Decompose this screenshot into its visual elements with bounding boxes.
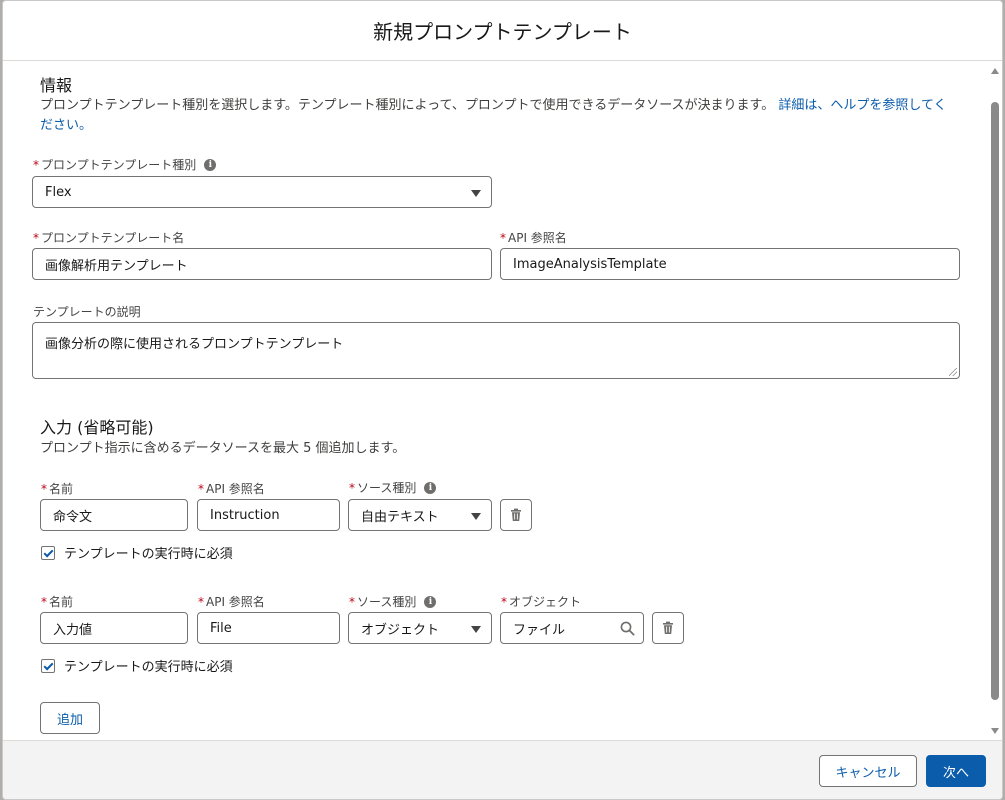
template-type-label: * プロンプトテンプレート種別 i — [33, 156, 217, 173]
trash-icon — [663, 621, 673, 634]
inputs-section-title: 入力 (省略可能) — [40, 418, 154, 437]
input-1-required-checkbox[interactable] — [41, 545, 55, 560]
api-name-input[interactable]: ImageAnalysisTemplate — [500, 248, 960, 280]
input-1-delete-button[interactable] — [500, 499, 532, 531]
template-type-label-text: プロンプトテンプレート種別 — [41, 158, 197, 172]
input-2-object-value: ファイル — [513, 622, 566, 638]
template-name-input[interactable]: 画像解析用テンプレート — [32, 248, 492, 280]
input-2-api-name-label: * API 参照名 — [198, 593, 265, 610]
api-name-label-text: API 参照名 — [206, 482, 265, 496]
required-asterisk: * — [33, 230, 39, 245]
required-label-text: テンプレートの実行時に必須 — [64, 660, 233, 675]
resize-handle[interactable] — [949, 368, 957, 376]
new-prompt-template-modal: 新規プロンプトテンプレート 情報 プロンプトテンプレート種別を選択します。テンプ… — [2, 0, 1003, 800]
template-name-value: 画像解析用テンプレート — [45, 258, 188, 274]
required-asterisk: * — [349, 480, 355, 495]
required-asterisk: * — [33, 157, 39, 172]
info-icon[interactable]: i — [424, 481, 437, 494]
input-2-api-name-field[interactable]: File — [197, 612, 340, 644]
scroll-up-arrow-icon[interactable] — [991, 68, 999, 74]
input-1-name-label: * 名前 — [41, 480, 73, 497]
required-asterisk: * — [41, 481, 47, 496]
description-textarea[interactable]: 画像分析の際に使用されるプロンプトテンプレート — [32, 322, 960, 379]
modal-footer: キャンセル 次へ — [3, 740, 1002, 799]
input-2-source-type-select[interactable]: オブジェクト — [348, 612, 492, 644]
input-2-object-lookup[interactable]: ファイル — [500, 612, 644, 644]
scroll-down-arrow-icon[interactable] — [991, 728, 999, 734]
required-asterisk: * — [41, 594, 47, 609]
modal-header: 新規プロンプトテンプレート — [3, 1, 1002, 61]
required-asterisk: * — [198, 481, 204, 496]
input-2-source-type-value: オブジェクト — [361, 622, 440, 638]
required-label-text: テンプレートの実行時に必須 — [64, 547, 233, 562]
cancel-button[interactable]: キャンセル — [819, 755, 917, 787]
required-asterisk: * — [500, 230, 506, 245]
api-name-label-text: API 参照名 — [508, 231, 567, 245]
input-1-api-name-value: Instruction — [210, 507, 280, 523]
input-2-required-checkbox[interactable] — [41, 658, 55, 673]
template-type-select[interactable]: Flex — [32, 176, 492, 208]
template-name-label-text: プロンプトテンプレート名 — [41, 231, 185, 245]
input-2-name-field[interactable]: 入力値 — [40, 612, 188, 644]
chevron-down-icon — [471, 513, 481, 520]
api-name-label: * API 参照名 — [500, 229, 567, 246]
input-1-source-type-select[interactable]: 自由テキスト — [348, 499, 492, 531]
chevron-down-icon — [471, 626, 481, 633]
api-name-value: ImageAnalysisTemplate — [513, 256, 667, 272]
source-type-label-text: ソース種別 — [357, 595, 417, 609]
name-label-text: 名前 — [49, 482, 74, 496]
template-name-label: * プロンプトテンプレート名 — [33, 229, 184, 246]
input-1-name-value: 命令文 — [53, 509, 93, 525]
scroll-thumb[interactable] — [991, 102, 999, 700]
input-2-required-checkbox-row[interactable]: テンプレートの実行時に必須 — [41, 656, 233, 675]
add-input-button[interactable]: 追加 — [40, 702, 100, 734]
input-2-name-label: * 名前 — [41, 593, 73, 610]
name-label-text: 名前 — [49, 595, 74, 609]
modal-scrollbar[interactable] — [988, 62, 1002, 740]
chevron-down-icon — [471, 190, 481, 197]
input-1-api-name-field[interactable]: Instruction — [197, 499, 340, 531]
object-label-text: オブジェクト — [509, 595, 582, 609]
info-help-text: プロンプトテンプレート種別を選択します。テンプレート種別によって、プロンプトで使… — [40, 96, 955, 136]
input-2-source-type-label: * ソース種別 i — [349, 593, 437, 610]
input-1-source-type-value: 自由テキスト — [361, 509, 439, 525]
template-type-value: Flex — [45, 184, 72, 200]
input-1-source-type-label: * ソース種別 i — [349, 479, 437, 496]
input-2-delete-button[interactable] — [652, 612, 684, 644]
required-asterisk: * — [501, 594, 507, 609]
input-2-name-value: 入力値 — [53, 622, 93, 638]
info-section-title: 情報 — [40, 76, 73, 95]
info-icon[interactable]: i — [424, 595, 437, 608]
next-button[interactable]: 次へ — [926, 755, 986, 787]
info-icon[interactable]: i — [204, 158, 217, 171]
input-1-required-checkbox-row[interactable]: テンプレートの実行時に必須 — [41, 543, 233, 562]
input-2-api-name-value: File — [210, 620, 232, 636]
api-name-label-text: API 参照名 — [206, 595, 265, 609]
trash-icon — [511, 508, 521, 521]
description-label: テンプレートの説明 — [33, 303, 141, 320]
input-1-name-field[interactable]: 命令文 — [40, 499, 188, 531]
input-1-api-name-label: * API 参照名 — [198, 480, 265, 497]
required-asterisk: * — [349, 594, 355, 609]
modal-body: 情報 プロンプトテンプレート種別を選択します。テンプレート種別によって、プロンプ… — [3, 62, 988, 740]
description-value: 画像分析の際に使用されるプロンプトテンプレート — [45, 337, 344, 352]
info-help-description: プロンプトテンプレート種別を選択します。テンプレート種別によって、プロンプトで使… — [40, 98, 775, 113]
search-icon[interactable] — [620, 621, 635, 636]
inputs-help-text: プロンプト指示に含めるデータソースを最大 5 個追加します。 — [40, 441, 406, 456]
input-2-object-label: * オブジェクト — [501, 593, 581, 610]
required-asterisk: * — [198, 594, 204, 609]
source-type-label-text: ソース種別 — [357, 481, 417, 495]
modal-title: 新規プロンプトテンプレート — [373, 20, 632, 44]
description-label-text: テンプレートの説明 — [33, 305, 141, 319]
